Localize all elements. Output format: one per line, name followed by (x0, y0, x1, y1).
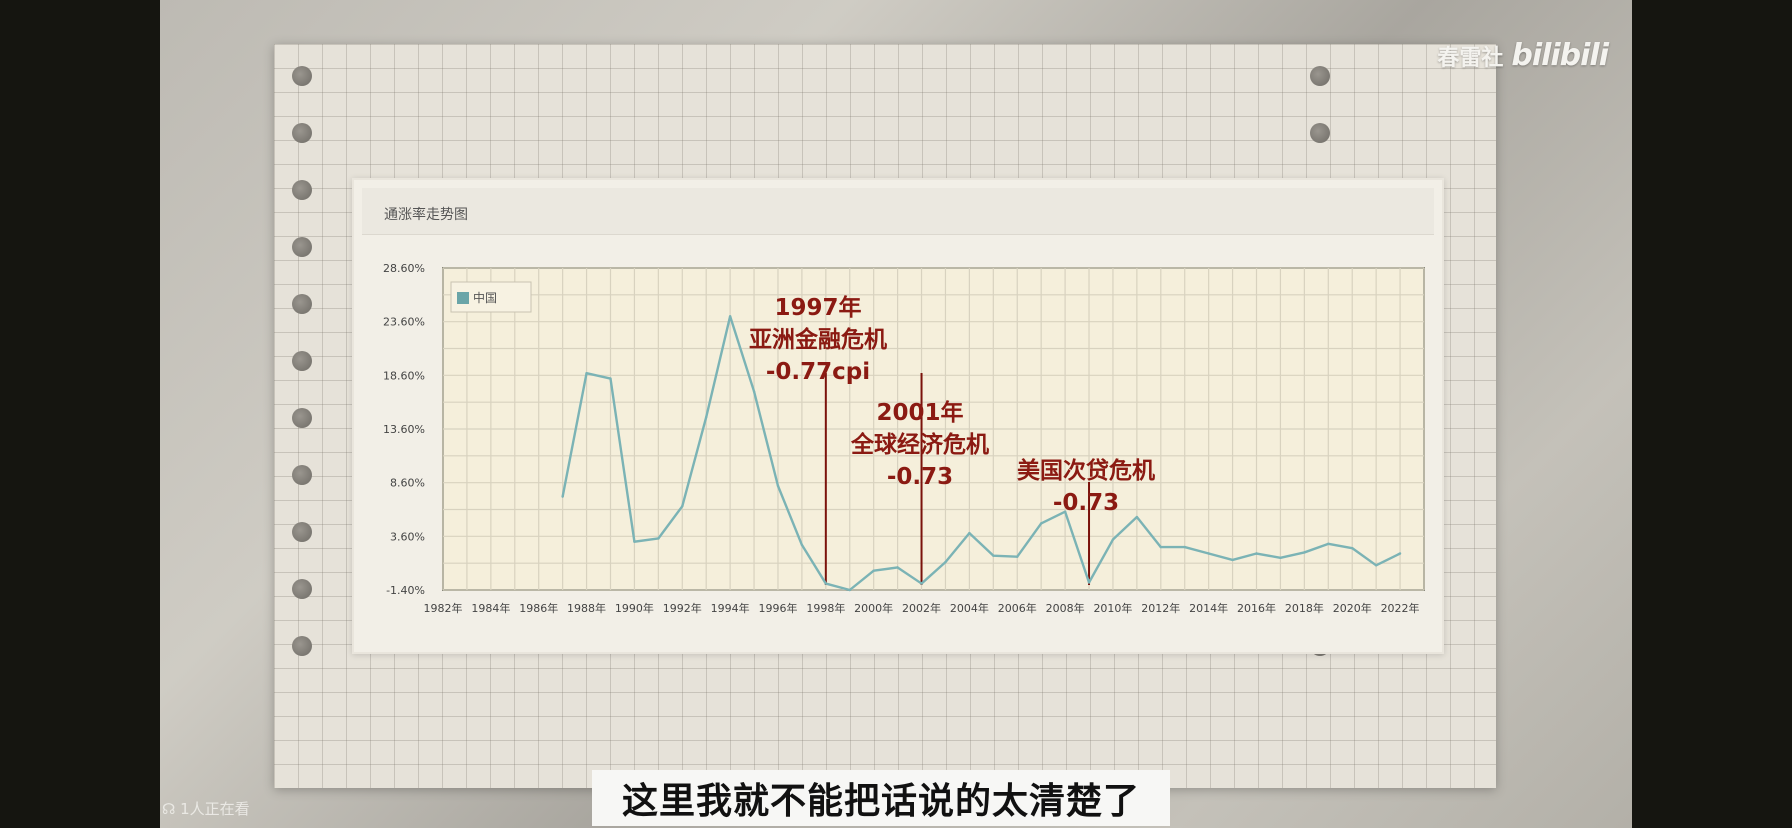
y-tick-label: 18.60% (383, 369, 425, 382)
data-point (1255, 552, 1258, 555)
x-tick-label: 1994年 (711, 601, 750, 615)
viewer-icon: ☊ (162, 800, 181, 818)
x-tick-label: 1986年 (519, 601, 558, 615)
data-point (1135, 515, 1139, 519)
data-point (920, 582, 923, 585)
y-tick-label: 8.60% (390, 477, 425, 490)
data-point (681, 505, 684, 508)
data-point (872, 569, 875, 572)
data-point (1351, 546, 1354, 550)
data-point (800, 543, 804, 547)
data-point (1231, 558, 1234, 562)
inflation-chart: 28.60% 23.60% 18.60% 13.60% 8.60% 3.60% -1.40%… (383, 262, 1425, 615)
annotation-label: 1997年 (774, 294, 861, 321)
y-tick-label: 28.60% (383, 262, 425, 275)
x-tick-label: 2002年 (902, 601, 941, 615)
x-tick-label: 2008年 (1046, 601, 1085, 615)
annotation-label: 美国次贷危机 (1017, 457, 1155, 484)
data-point (1111, 538, 1115, 541)
annotation-label: -0.73 (1053, 490, 1119, 516)
x-tick-label: 1998年 (806, 601, 845, 615)
x-tick-label: 1988年 (567, 601, 606, 615)
x-tick-label: 2012年 (1141, 601, 1180, 615)
y-tick-label: 3.60% (390, 530, 425, 543)
y-tick-label: 13.60% (383, 423, 425, 436)
y-tick-label: 23.60% (383, 316, 425, 329)
annotation-label: 全球经济危机 (850, 431, 989, 458)
data-point (1398, 552, 1402, 555)
x-tick-label: 2014年 (1189, 601, 1228, 615)
data-point (1183, 545, 1186, 549)
data-point (657, 537, 660, 540)
data-point (1087, 581, 1091, 584)
data-point (1159, 545, 1163, 549)
viewer-count-text: 1人正在看 (180, 800, 250, 818)
data-point (728, 315, 732, 318)
annotation-label: -0.73 (887, 464, 953, 490)
data-point (992, 554, 995, 557)
data-point (704, 415, 708, 419)
data-point (609, 377, 612, 380)
data-point (1207, 552, 1210, 555)
annotation-label: -0.77cpi (766, 359, 870, 385)
data-point (1303, 551, 1306, 554)
data-point (1279, 556, 1282, 559)
x-tick-label: 2010年 (1093, 601, 1132, 615)
data-point (848, 588, 851, 592)
data-point (752, 390, 756, 393)
x-tick-label: 1990年 (615, 601, 654, 615)
x-tick-label: 1996年 (758, 601, 797, 615)
data-point (585, 371, 588, 375)
data-point (1039, 522, 1043, 525)
data-point (633, 540, 636, 543)
x-tick-label: 2016年 (1237, 601, 1276, 615)
annotation-label: 亚洲金融危机 (749, 326, 887, 353)
annotation-label: 2001年 (876, 399, 963, 426)
data-point (1016, 555, 1019, 558)
data-point (944, 560, 947, 564)
data-point (896, 566, 899, 569)
x-tick-label: 1984年 (471, 601, 510, 615)
x-tick-label: 2018年 (1285, 601, 1324, 615)
legend-label: 中国 (473, 290, 497, 305)
data-point (1327, 542, 1330, 546)
legend-swatch (457, 292, 469, 304)
x-tick-label: 2020年 (1333, 601, 1372, 615)
data-point (776, 484, 780, 488)
x-tick-label: 2022年 (1381, 601, 1420, 615)
viewer-count: ☊ 1人正在看 (162, 798, 250, 819)
video-subtitle: 这里我就不能把话说的太清楚了 (592, 770, 1170, 826)
data-point (824, 582, 828, 585)
data-point (968, 531, 971, 535)
x-tick-label: 1982年 (424, 601, 463, 615)
y-tick-label: -1.40% (386, 584, 425, 597)
x-tick-label: 2000年 (854, 601, 893, 615)
x-tick-label: 2004年 (950, 601, 989, 615)
data-point (561, 495, 564, 498)
data-point (1374, 564, 1378, 567)
x-tick-label: 2006年 (998, 601, 1037, 615)
x-tick-label: 1992年 (663, 601, 702, 615)
